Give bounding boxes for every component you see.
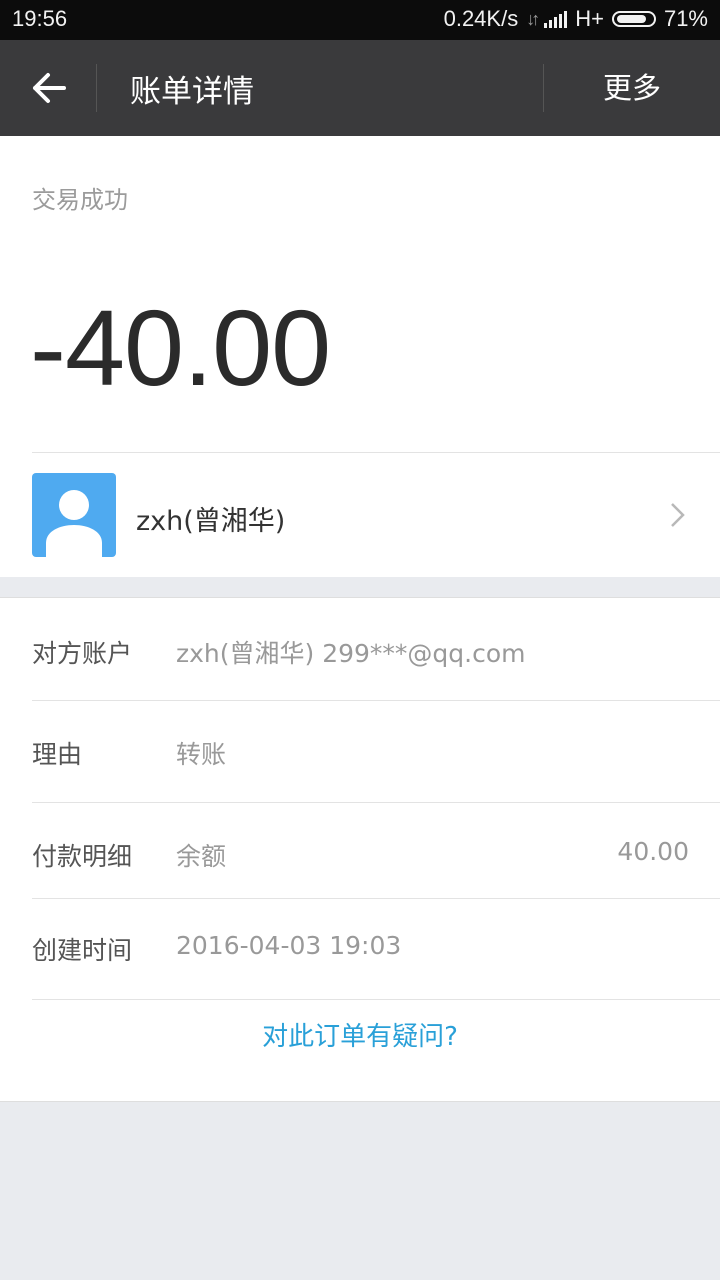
network-speed: 0.24K/s — [443, 6, 519, 31]
network-type: H+ — [575, 6, 604, 31]
status-bar: 19:56 0.24K/s ↓↑ H+ 71% — [0, 0, 720, 40]
detail-label: 对方账户 — [32, 639, 133, 668]
detail-value: 2016-04-03 19:03 — [176, 931, 402, 960]
payee-name: zxh(曾湘华) — [136, 506, 286, 537]
details-card: 对方账户 zxh(曾湘华) 299***@qq.com 理由 转账 付款明细 余… — [0, 597, 720, 1102]
detail-label: 付款明细 — [32, 842, 133, 871]
detail-value: 余额 — [176, 842, 227, 871]
battery-icon — [611, 11, 656, 27]
detail-row-reason: 理由 转账 — [0, 701, 720, 803]
detail-value: zxh(曾湘华) 299***@qq.com — [176, 639, 526, 668]
more-button[interactable]: 更多 — [544, 40, 720, 136]
detail-row-payment: 付款明细 余额 40.00 — [0, 803, 720, 899]
transaction-amount: -40.00 — [30, 287, 331, 408]
summary-card: 交易成功 -40.00 zxh(曾湘华) — [0, 136, 720, 577]
detail-row-created: 创建时间 2016-04-03 19:03 — [0, 899, 720, 999]
detail-row-account: 对方账户 zxh(曾湘华) 299***@qq.com — [0, 598, 720, 700]
back-button[interactable] — [0, 40, 96, 136]
page-title: 账单详情 — [130, 74, 254, 110]
detail-label: 创建时间 — [32, 936, 133, 965]
detail-value: 转账 — [176, 740, 227, 769]
transaction-status: 交易成功 — [32, 186, 128, 214]
order-question-link[interactable]: 对此订单有疑问? — [0, 1016, 720, 1053]
user-avatar-icon — [32, 473, 116, 557]
clock: 19:56 — [12, 6, 68, 31]
status-icons: 0.24K/s ↓↑ H+ 71% — [444, 6, 708, 32]
detail-label: 理由 — [32, 740, 83, 769]
battery-level: 71% — [663, 6, 708, 31]
title-divider — [96, 64, 97, 112]
arrow-left-icon — [33, 73, 66, 103]
divider — [32, 999, 720, 1000]
chevron-right-icon — [671, 503, 685, 527]
payee-row[interactable]: zxh(曾湘华) — [0, 453, 720, 577]
signal-icon — [544, 10, 568, 28]
detail-amount: 40.00 — [617, 837, 689, 866]
title-bar: 账单详情 更多 — [0, 40, 720, 136]
data-activity-icon: ↓↑ — [526, 8, 540, 29]
